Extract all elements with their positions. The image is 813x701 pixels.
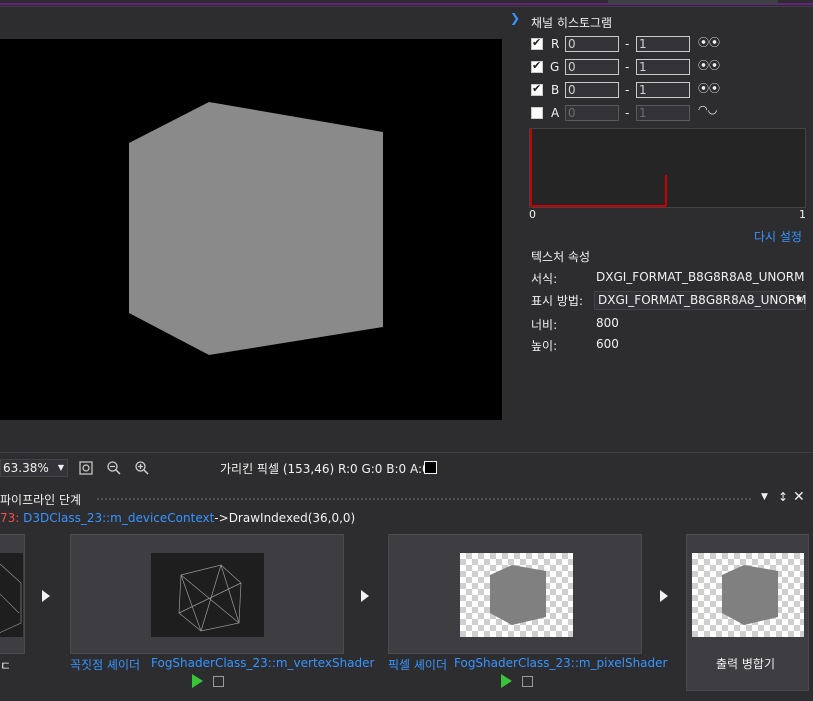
- channel-a-label: A: [551, 106, 560, 120]
- width-value: 800: [596, 316, 619, 330]
- pipeline-title: 파이프라인 단계: [0, 493, 82, 507]
- render-viewport[interactable]: [0, 39, 502, 420]
- texture-props-title: 텍스처 속성: [531, 250, 591, 264]
- stage-pixel-shader[interactable]: [388, 534, 642, 654]
- pixel-shader-play-icon[interactable]: [501, 674, 512, 688]
- zoom-chevron-down-icon: ▼: [57, 463, 64, 472]
- call-object-link[interactable]: D3DClass_23::m_deviceContext: [23, 511, 214, 525]
- cube-shape: [129, 102, 383, 355]
- channel-g-dash: -: [625, 60, 630, 74]
- stage-input-assembler[interactable]: [0, 534, 25, 654]
- stage-arrow-2: [361, 590, 369, 602]
- stage-input-thumb: [0, 553, 23, 637]
- vertex-shader-thumb: [151, 553, 264, 637]
- pixel-shader-label: 픽셀 셰이더: [388, 658, 448, 672]
- zoom-value: 63.38%: [3, 461, 49, 475]
- output-merger-thumb: [692, 553, 804, 637]
- channel-b-max-input[interactable]: 1: [636, 82, 690, 98]
- channel-g-link-icon[interactable]: ⦿⦿: [698, 57, 720, 73]
- close-icon[interactable]: ✕: [793, 489, 805, 505]
- pipeline-header: 파이프라인 단계 ▼ ↕ ✕: [0, 489, 813, 509]
- vertex-shader-label: 꼭짓점 셰이더: [70, 658, 141, 672]
- render-image: [129, 102, 383, 355]
- vertex-shader-stop-icon[interactable]: [213, 676, 224, 687]
- call-index: 73:: [0, 511, 20, 525]
- picked-pixel-readout: 가리킨 픽셀 (153,46) R:0 G:0 B:0 A:0: [220, 462, 430, 476]
- histogram-axis-max: 1: [799, 208, 806, 221]
- pixel-shader-link[interactable]: FogShaderClass_23::m_pixelShader: [454, 656, 667, 670]
- channel-a-dash: -: [625, 106, 630, 120]
- height-value: 600: [596, 337, 619, 351]
- channel-r-checkbox[interactable]: [531, 36, 543, 50]
- display-format-value: DXGI_FORMAT_B8G8R8A8_UNORM: [598, 293, 807, 307]
- stage-arrow-1: [42, 590, 50, 602]
- width-label: 너비:: [531, 318, 558, 332]
- channel-g-min-input[interactable]: 0: [565, 59, 619, 75]
- reset-link[interactable]: 다시 설정: [754, 228, 802, 245]
- picked-pixel-swatch: [424, 461, 437, 474]
- channel-g-max-input[interactable]: 1: [636, 59, 690, 75]
- histogram-title: 채널 히스토그램: [531, 16, 613, 30]
- vertex-shader-play-icon[interactable]: [192, 674, 203, 688]
- format-label: 서식:: [531, 272, 558, 286]
- header-grip: [96, 497, 752, 501]
- channel-r-link-icon[interactable]: ⦿⦿: [698, 34, 720, 50]
- display-format-select[interactable]: DXGI_FORMAT_B8G8R8A8_UNORM ▼: [594, 291, 806, 310]
- channel-r-max-input[interactable]: 1: [636, 36, 690, 52]
- viewer-toolbar: 63.38% ▼ 가리킨 픽셀 (153,46) R:0 G:0 B:0 A:0: [0, 452, 813, 481]
- active-doc-tab[interactable]: [608, 0, 778, 4]
- zoom-out-icon[interactable]: [106, 460, 122, 476]
- channel-b-dash: -: [625, 83, 630, 97]
- call-method: DrawIndexed(36,0,0): [228, 511, 356, 525]
- stage-vertex-shader[interactable]: [70, 534, 344, 654]
- call-arrow: ->: [214, 511, 229, 525]
- vertex-shader-link[interactable]: FogShaderClass_23::m_vertexShader: [151, 656, 374, 670]
- channel-b-label: B: [551, 83, 560, 97]
- channel-r-min-input[interactable]: 0: [565, 36, 619, 52]
- chevron-down-icon: ▼: [795, 295, 802, 304]
- zoom-select[interactable]: 63.38% ▼: [0, 459, 68, 477]
- top-tab-strip: [0, 0, 813, 7]
- histogram-plot[interactable]: [529, 128, 806, 208]
- channel-g-label: G: [550, 60, 560, 74]
- height-label: 높이:: [531, 339, 558, 353]
- display-label: 표시 방법:: [531, 294, 584, 308]
- channel-b-min-input[interactable]: 0: [565, 82, 619, 98]
- histogram-axis-min: 0: [529, 208, 536, 221]
- pixel-shader-cube: [490, 565, 546, 625]
- channel-a-checkbox[interactable]: [531, 107, 543, 119]
- panel-collapse-chevron-icon[interactable]: ❯: [510, 11, 520, 25]
- stage-output-merger[interactable]: 출력 병합기: [686, 534, 809, 691]
- channel-g-checkbox[interactable]: [531, 59, 543, 73]
- stage-input-label-fragment: ㄷ: [0, 659, 12, 673]
- pin-icon[interactable]: ↕: [778, 490, 788, 504]
- channel-b-checkbox[interactable]: [531, 82, 543, 96]
- format-value: DXGI_FORMAT_B8G8R8A8_UNORM: [596, 270, 805, 284]
- channel-a-min-input[interactable]: 0: [565, 105, 619, 121]
- channel-b-link-icon[interactable]: ⦿⦿: [698, 80, 720, 96]
- dropdown-icon[interactable]: ▼: [761, 492, 768, 502]
- channel-r-dash: -: [625, 37, 630, 51]
- pixel-shader-thumb: [460, 553, 573, 637]
- output-merger-cube: [722, 565, 778, 625]
- fit-to-window-icon[interactable]: [78, 460, 94, 476]
- draw-call-line: 73: D3DClass_23::m_deviceContext->DrawIn…: [0, 511, 355, 529]
- zoom-in-icon[interactable]: [134, 460, 150, 476]
- stage-arrow-3: [660, 590, 668, 602]
- channel-r-label: R: [551, 37, 560, 51]
- pixel-shader-stop-icon[interactable]: [522, 676, 533, 687]
- channel-a-max-input[interactable]: 1: [636, 105, 690, 121]
- output-merger-label: 출력 병합기: [716, 657, 776, 671]
- histogram-svg: [530, 129, 667, 207]
- channel-a-unlink-icon[interactable]: ◠◡: [698, 103, 717, 116]
